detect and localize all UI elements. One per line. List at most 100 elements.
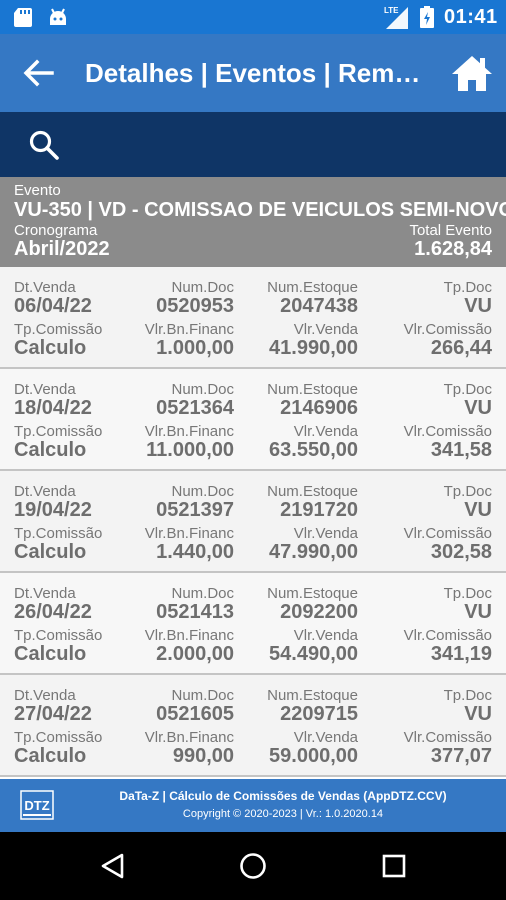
- num-doc-value: 0520953: [156, 295, 234, 317]
- vlr-bn-financ-label: Vlr.Bn.Financ: [144, 525, 234, 542]
- triangle-back-icon[interactable]: [98, 852, 126, 880]
- vlr-bn-financ-value: 2.000,00: [156, 643, 234, 665]
- search-icon[interactable]: [28, 129, 60, 161]
- num-estoque-value: 2146906: [280, 397, 358, 419]
- vlr-venda-label: Vlr.Venda: [293, 525, 358, 542]
- vlr-bn-financ-value: 1.440,00: [156, 541, 234, 563]
- num-estoque-label: Num.Estoque: [267, 279, 358, 296]
- list-item[interactable]: Dt.Venda 18/04/22 Num.Doc 0521364 Num.Es…: [0, 369, 506, 471]
- tp-doc-value: VU: [464, 601, 492, 623]
- search-input[interactable]: [78, 126, 488, 164]
- footer-copyright: Copyright © 2020-2023 | Vr.: 1.0.2020.14: [182, 808, 384, 820]
- tp-doc-label: Tp.Doc: [443, 483, 492, 500]
- dt-venda-label: Dt.Venda: [14, 687, 76, 704]
- total-evento-label: Total Evento: [409, 222, 492, 239]
- tp-doc-value: VU: [464, 295, 492, 317]
- list-item[interactable]: Dt.Venda 06/04/22 Num.Doc 0520953 Num.Es…: [0, 267, 506, 369]
- list-item[interactable]: Dt.Venda 27/04/22 Num.Doc 0521605 Num.Es…: [0, 675, 506, 777]
- vlr-comissao-value: 266,44: [430, 337, 492, 359]
- dt-venda-label: Dt.Venda: [14, 381, 76, 398]
- vlr-bn-financ-label: Vlr.Bn.Financ: [144, 627, 234, 644]
- dt-venda-value: 26/04/22: [14, 601, 92, 623]
- dtz-logo: DTZ: [20, 790, 54, 820]
- evento-label: Evento: [14, 182, 61, 199]
- num-estoque-label: Num.Estoque: [267, 381, 358, 398]
- tp-comissao-value: Calculo: [14, 439, 87, 461]
- vlr-venda-value: 63.550,00: [269, 439, 358, 461]
- vlr-venda-label: Vlr.Venda: [293, 627, 358, 644]
- system-nav-bar: [0, 832, 506, 900]
- battery-icon: [420, 6, 434, 28]
- num-doc-value: 0521397: [156, 499, 234, 521]
- tp-comissao-value: Calculo: [14, 745, 87, 767]
- num-doc-value: 0521364: [156, 397, 234, 419]
- dt-venda-label: Dt.Venda: [14, 279, 76, 296]
- tp-doc-label: Tp.Doc: [443, 279, 492, 296]
- vlr-bn-financ-label: Vlr.Bn.Financ: [144, 423, 234, 440]
- tp-doc-label: Tp.Doc: [443, 381, 492, 398]
- vlr-comissao-label: Vlr.Comissão: [403, 729, 492, 746]
- tp-comissao-label: Tp.Comissão: [14, 525, 103, 542]
- vlr-venda-value: 54.490,00: [269, 643, 358, 665]
- vlr-venda-label: Vlr.Venda: [293, 423, 358, 440]
- vlr-comissao-value: 341,19: [430, 643, 492, 665]
- num-estoque-value: 2191720: [280, 499, 358, 521]
- tp-comissao-value: Calculo: [14, 541, 87, 563]
- vlr-comissao-value: 377,07: [430, 745, 492, 767]
- vlr-bn-financ-label: Vlr.Bn.Financ: [144, 321, 234, 338]
- app-bar: Detalhes | Eventos | Remuneração: [0, 34, 506, 112]
- lte-signal-icon: LTE: [384, 6, 408, 29]
- num-estoque-value: 2047438: [280, 295, 358, 317]
- app-footer: DTZ DaTa-Z | Cálculo de Comissões de Ven…: [0, 779, 506, 832]
- dt-venda-label: Dt.Venda: [14, 585, 76, 602]
- vlr-venda-value: 59.000,00: [269, 745, 358, 767]
- status-bar: LTE 01:41: [0, 0, 506, 34]
- tp-comissao-label: Tp.Comissão: [14, 321, 103, 338]
- tp-doc-value: VU: [464, 397, 492, 419]
- vlr-bn-financ-value: 990,00: [172, 745, 234, 767]
- page-title: Detalhes | Eventos | Remuneração: [85, 58, 435, 88]
- dt-venda-value: 06/04/22: [14, 295, 92, 317]
- sd-card-icon: [14, 8, 32, 27]
- vlr-comissao-label: Vlr.Comissão: [403, 423, 492, 440]
- vlr-venda-value: 47.990,00: [269, 541, 358, 563]
- total-evento-value: 1.628,84: [414, 238, 492, 260]
- vlr-comissao-value: 302,58: [430, 541, 492, 563]
- cronograma-label: Cronograma: [14, 222, 98, 239]
- dt-venda-value: 19/04/22: [14, 499, 92, 521]
- vlr-comissao-value: 341,58: [430, 439, 492, 461]
- list-item[interactable]: Dt.Venda 19/04/22 Num.Doc 0521397 Num.Es…: [0, 471, 506, 573]
- num-estoque-label: Num.Estoque: [267, 585, 358, 602]
- logo-text: DTZ: [24, 798, 49, 813]
- vlr-bn-financ-value: 1.000,00: [156, 337, 234, 359]
- tp-doc-label: Tp.Doc: [443, 585, 492, 602]
- tp-comissao-value: Calculo: [14, 643, 87, 665]
- num-estoque-label: Num.Estoque: [267, 687, 358, 704]
- num-estoque-value: 2209715: [280, 703, 358, 725]
- cronograma-value: Abril/2022: [14, 238, 110, 260]
- search-bar: [0, 112, 506, 177]
- num-estoque-value: 2092200: [280, 601, 358, 623]
- dt-venda-value: 27/04/22: [14, 703, 92, 725]
- arrow-back-icon[interactable]: [22, 58, 54, 88]
- num-doc-value: 0521413: [156, 601, 234, 623]
- footer-app-name: DaTa-Z | Cálculo de Comissões de Vendas …: [119, 789, 447, 803]
- num-doc-label: Num.Doc: [171, 279, 234, 296]
- status-clock: 01:41: [444, 6, 498, 28]
- num-estoque-label: Num.Estoque: [267, 483, 358, 500]
- vlr-venda-label: Vlr.Venda: [293, 321, 358, 338]
- circle-home-icon[interactable]: [239, 852, 267, 880]
- sales-list: Dt.Venda 06/04/22 Num.Doc 0520953 Num.Es…: [0, 267, 506, 779]
- square-recents-icon[interactable]: [380, 852, 408, 880]
- vlr-venda-value: 41.990,00: [269, 337, 358, 359]
- evento-value: VU-350 | VD - COMISSAO DE VEICULOS SEMI-…: [14, 199, 506, 221]
- vlr-venda-label: Vlr.Venda: [293, 729, 358, 746]
- tp-comissao-label: Tp.Comissão: [14, 627, 103, 644]
- android-icon: [50, 8, 66, 25]
- num-doc-label: Num.Doc: [171, 483, 234, 500]
- tp-doc-value: VU: [464, 703, 492, 725]
- home-icon[interactable]: [451, 54, 493, 92]
- list-item[interactable]: Dt.Venda 26/04/22 Num.Doc 0521413 Num.Es…: [0, 573, 506, 675]
- dt-venda-label: Dt.Venda: [14, 483, 76, 500]
- lte-text: LTE: [384, 6, 399, 15]
